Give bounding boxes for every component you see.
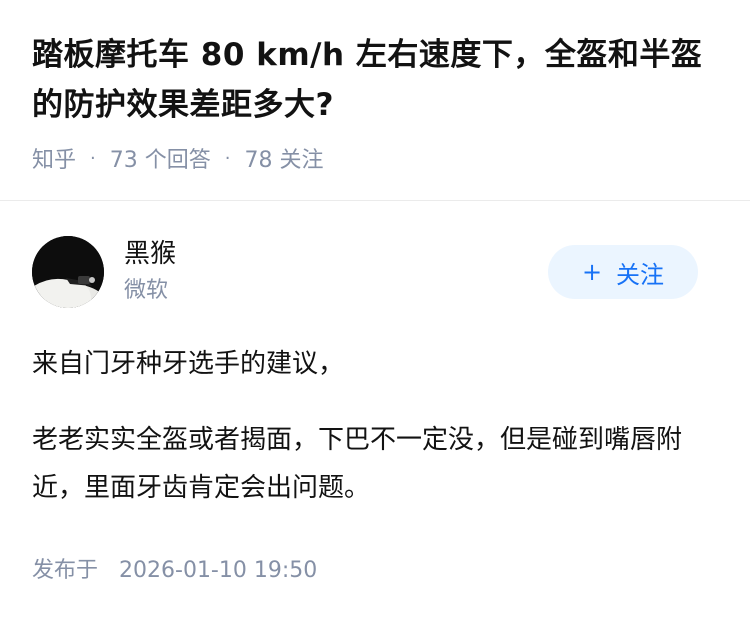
meta-separator: ·	[224, 147, 231, 169]
answer-paragraph: 老老实实全盔或者揭面，下巴不一定没，但是碰到嘴唇附近，里面牙齿肯定会出问题。	[32, 425, 683, 503]
author-bar: 黑猴 微软 + 关注	[32, 236, 698, 308]
question-meta: 知乎 · 73 个回答 · 78 关注	[32, 142, 718, 174]
question-header: 踏板摩托车 80 km/h 左右速度下，全盔和半盔的防护效果差距多大? 知乎 ·…	[0, 0, 750, 173]
answer-content: 来自门牙种牙选手的建议， 老老实实全盔或者揭面，下巴不一定没，但是碰到嘴唇附近，…	[32, 340, 710, 512]
follow-label: 关注	[616, 260, 665, 289]
author-name[interactable]: 黑猴	[124, 237, 548, 271]
follow-button[interactable]: + 关注	[548, 245, 698, 299]
published-label: 发布于	[32, 558, 99, 583]
published-time: 2026-01-10 19:50	[119, 558, 318, 583]
publish-info: 发布于 2026-01-10 19:50	[32, 552, 317, 584]
plus-icon: +	[581, 258, 603, 286]
answer-paragraph: 来自门牙种牙选手的建议，	[32, 349, 345, 379]
author-subtitle: 微软	[124, 278, 169, 303]
source-label[interactable]: 知乎	[32, 142, 76, 174]
question-title[interactable]: 踏板摩托车 80 km/h 左右速度下，全盔和半盔的防护效果差距多大?	[32, 30, 718, 130]
answer-count[interactable]: 73 个回答	[110, 142, 211, 174]
avatar[interactable]	[32, 236, 104, 308]
meta-separator: ·	[90, 147, 96, 169]
author-info: 黑猴 微软	[124, 237, 548, 307]
divider	[0, 200, 750, 201]
follower-count: 78 关注	[244, 148, 324, 173]
